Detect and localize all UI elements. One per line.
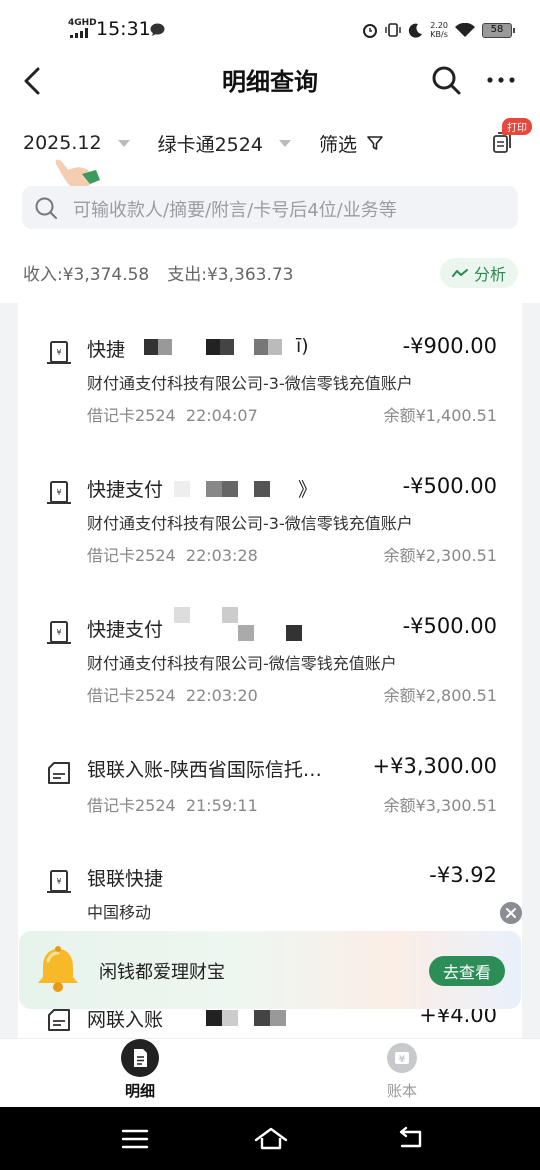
- income-expense-summary: 收入:¥3,374.58 支出:¥3,363.73: [23, 260, 294, 285]
- transaction-counterparty: 财付通支付科技有限公司-3-微信零钱充值账户: [87, 374, 413, 393]
- transaction-counterparty: 财付通支付科技有限公司-3-微信零钱充值账户: [87, 514, 413, 533]
- tab-ledger[interactable]: ¥ 账本: [342, 1039, 462, 1108]
- tab-ledger-label: 账本: [386, 1082, 417, 1100]
- transaction-row[interactable]: ¥ 快捷支付 -¥500.00 财付通支付科技有限公司-微信零钱充值账户 借记卡…: [18, 583, 522, 723]
- bell-icon: [38, 946, 78, 992]
- filter-button[interactable]: 筛选: [319, 130, 357, 157]
- search-input[interactable]: 可输收款人/摘要/附言/卡号后4位/业务等: [22, 186, 518, 229]
- transaction-amount: -¥900.00: [402, 334, 497, 358]
- signal-icon: [70, 28, 88, 38]
- status-bar: 4GHD 15:31 2.20 KB/s 58: [0, 0, 540, 58]
- promo-view-button[interactable]: 去查看: [429, 956, 505, 986]
- alarm-icon: [363, 24, 378, 38]
- analysis-label: 分析: [473, 265, 506, 284]
- income-total: 收入:¥3,374.58: [23, 265, 150, 285]
- date-selector[interactable]: 2025.12: [23, 132, 102, 154]
- chevron-down-icon[interactable]: [278, 139, 291, 147]
- vibrate-icon: [385, 23, 401, 37]
- print-button[interactable]: 打印: [490, 118, 534, 158]
- system-nav-bar: [0, 1107, 540, 1170]
- svg-text:¥: ¥: [56, 877, 61, 886]
- expense-total: 支出:¥3,363.73: [167, 265, 294, 285]
- promo-banner[interactable]: 闲钱都爱理财宝 去查看: [19, 931, 521, 1009]
- transaction-balance: 余额¥2,800.51: [383, 686, 497, 705]
- svg-text:¥: ¥: [56, 488, 61, 497]
- svg-text:¥: ¥: [56, 628, 61, 637]
- filter-funnel-icon[interactable]: [367, 135, 383, 151]
- status-right: 2.20 KB/s 58: [362, 20, 515, 40]
- page-header: 明细查询 2025.12 绿卡通2524 筛选 打印 可输收款人/摘要/附言/卡…: [0, 58, 540, 303]
- bottom-tab-bar: 明细 ¥ 账本: [0, 1038, 540, 1107]
- tab-detail[interactable]: 明细: [80, 1039, 200, 1108]
- receipt-icon: ¥: [47, 341, 71, 364]
- transaction-name: 快捷支付: [87, 479, 164, 501]
- transaction-amount: -¥500.00: [402, 614, 497, 638]
- chat-notification-icon: [150, 23, 165, 36]
- transaction-name: 银联快捷: [87, 868, 164, 890]
- promo-text: 闲钱都爱理财宝: [99, 962, 225, 983]
- transaction-balance: 余额¥3,300.51: [383, 796, 497, 815]
- transaction-name-tail: 》: [298, 479, 318, 501]
- search-placeholder: 可输收款人/摘要/附言/卡号后4位/业务等: [73, 200, 397, 221]
- inbox-icon: [48, 762, 70, 784]
- receipt-icon: ¥: [47, 870, 71, 893]
- moon-icon: [409, 23, 423, 38]
- privacy-mosaic: [144, 339, 304, 355]
- wifi-icon: [455, 22, 475, 37]
- document-print-icon: [493, 132, 511, 153]
- privacy-mosaic: [174, 481, 298, 497]
- tab-detail-label: 明细: [124, 1082, 155, 1100]
- battery-indicator: 58: [482, 22, 515, 38]
- close-icon[interactable]: [500, 902, 522, 924]
- search-icon[interactable]: [430, 64, 462, 96]
- svg-text:¥: ¥: [56, 348, 61, 357]
- transaction-row[interactable]: ¥ 快捷支付 》 -¥500.00 财付通支付科技有限公司-3-微信零钱充值账户…: [18, 443, 522, 583]
- home-icon[interactable]: [254, 1124, 288, 1154]
- detail-doc-icon: [121, 1039, 159, 1077]
- transaction-counterparty: 财付通支付科技有限公司-微信零钱充值账户: [87, 654, 397, 673]
- transaction-name-tail: ī): [296, 335, 309, 357]
- transaction-name: 网联入账: [87, 1009, 164, 1031]
- transaction-balance: 余额¥2,300.51: [383, 546, 497, 565]
- transaction-balance: 余额¥1,400.51: [383, 406, 497, 425]
- print-badge: 打印: [502, 118, 532, 135]
- transaction-amount: -¥3.92: [429, 863, 497, 887]
- transaction-amount: +¥3,300.00: [372, 754, 497, 778]
- chevron-down-icon[interactable]: [117, 139, 130, 147]
- privacy-mosaic: [206, 1010, 306, 1026]
- network-type: 4GHD: [68, 18, 97, 28]
- transaction-card-time: 借记卡2524 22:04:07: [87, 406, 258, 425]
- transaction-card-time: 借记卡2524 22:03:20: [87, 686, 258, 705]
- transaction-name: 快捷支付: [87, 619, 164, 641]
- transaction-row[interactable]: 银联入账-陕西省国际信托… +¥3,300.00 借记卡2524 21:59:1…: [18, 723, 522, 843]
- inbox-icon: [48, 1009, 70, 1031]
- menu-icon[interactable]: [120, 1124, 150, 1154]
- transaction-name: 快捷: [87, 339, 126, 361]
- receipt-icon: ¥: [47, 621, 71, 644]
- transaction-list: ¥ 快捷 ī) -¥900.00 财付通支付科技有限公司-3-微信零钱充值账户 …: [18, 303, 522, 1038]
- svg-text:¥: ¥: [399, 1055, 406, 1065]
- transaction-name: 银联入账-陕西省国际信托…: [87, 759, 322, 781]
- transaction-counterparty: 中国移动: [87, 903, 152, 922]
- analysis-button[interactable]: 分析: [440, 258, 518, 288]
- transaction-row[interactable]: ¥ 快捷 ī) -¥900.00 财付通支付科技有限公司-3-微信零钱充值账户 …: [18, 303, 522, 443]
- net-speed: 2.20 KB/s: [430, 21, 448, 39]
- privacy-mosaic: [174, 607, 304, 643]
- more-dots-icon[interactable]: [486, 70, 516, 90]
- search-icon: [35, 197, 57, 219]
- clock: 15:31: [96, 18, 151, 40]
- receipt-icon: ¥: [47, 481, 71, 504]
- trend-line-icon: [451, 269, 468, 277]
- transaction-card-time: 借记卡2524 21:59:11: [87, 796, 258, 815]
- back-icon[interactable]: [396, 1124, 426, 1154]
- transaction-card-time: 借记卡2524 22:03:28: [87, 546, 258, 565]
- ledger-icon: ¥: [387, 1043, 417, 1073]
- transaction-amount: -¥500.00: [402, 474, 497, 498]
- card-selector[interactable]: 绿卡通2524: [158, 130, 263, 157]
